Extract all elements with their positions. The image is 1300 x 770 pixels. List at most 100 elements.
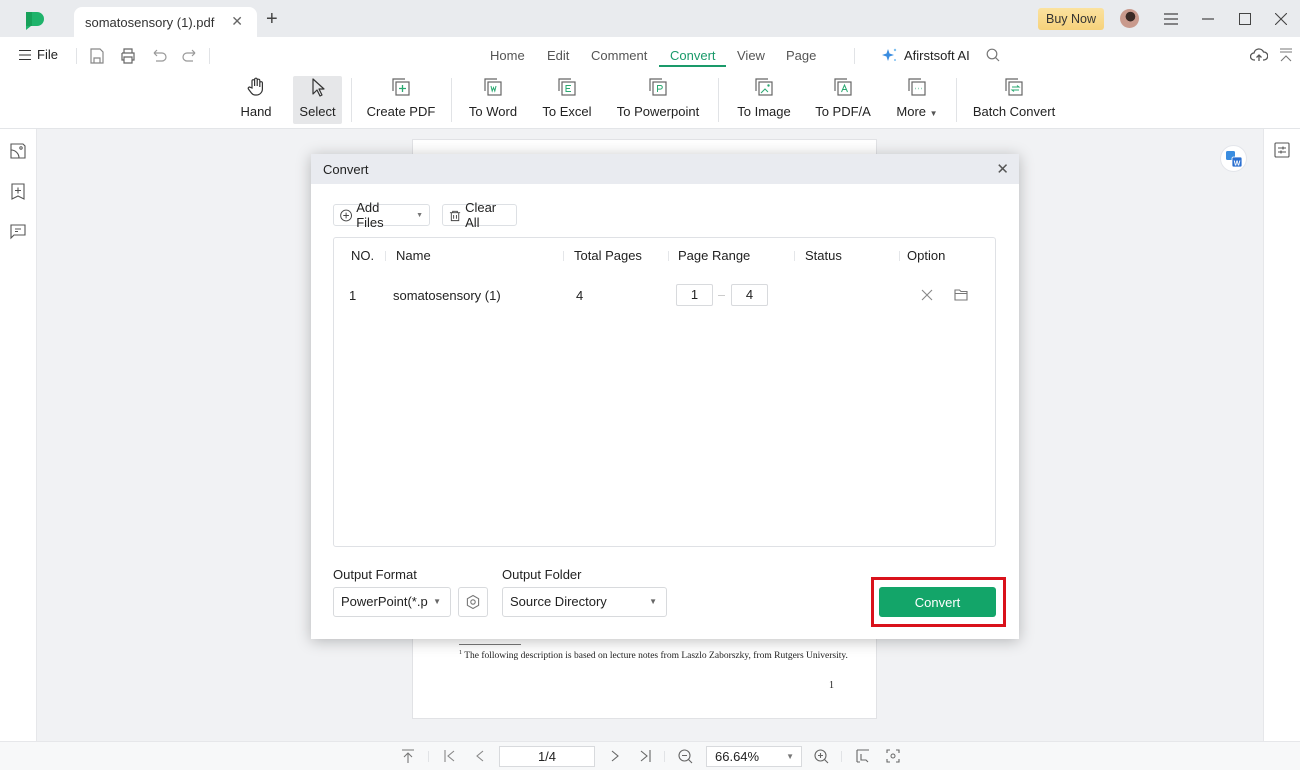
afirstsoft-ai-button[interactable]: Afirstsoft AI (880, 47, 970, 63)
more-text: More (896, 104, 927, 119)
output-folder-value: Source Directory (510, 594, 607, 609)
bookmark-icon[interactable] (9, 182, 27, 200)
tab-view[interactable]: View (737, 48, 765, 63)
output-folder-label: Output Folder (502, 567, 582, 582)
first-page-icon[interactable] (442, 748, 458, 764)
translate-icon: W (1225, 150, 1242, 167)
next-page-icon[interactable] (607, 748, 623, 764)
column-header-page-range: Page Range (678, 248, 751, 263)
page-range-from-input[interactable]: 1 (676, 284, 713, 306)
cloud-upload-icon[interactable] (1250, 47, 1268, 63)
properties-panel-icon[interactable] (1273, 141, 1291, 159)
tab-title: somatosensory (1).pdf (85, 14, 215, 30)
buy-now-button[interactable]: Buy Now (1038, 8, 1104, 30)
dropdown-caret-icon: ▼ (786, 752, 794, 761)
create-pdf-button[interactable]: Create PDF (365, 76, 437, 124)
column-header-total-pages: Total Pages (574, 248, 642, 263)
scroll-to-top-icon[interactable] (400, 748, 416, 764)
close-tab-icon[interactable]: ✕ (231, 13, 243, 30)
tab-page[interactable]: Page (786, 48, 816, 63)
to-word-button[interactable]: To Word (465, 76, 521, 124)
column-separator (899, 251, 900, 261)
row-number: 1 (349, 288, 357, 303)
to-pdfa-label: To PDF/A (815, 104, 871, 119)
column-separator (794, 251, 795, 261)
select-tool-button[interactable]: Select (293, 76, 342, 124)
tab-edit[interactable]: Edit (547, 48, 569, 63)
redo-icon[interactable] (181, 47, 199, 65)
to-powerpoint-icon (649, 78, 667, 96)
footnote-text: 1 The following description is based on … (459, 650, 848, 661)
dialog-header: Convert ✕ (311, 154, 1019, 184)
comment-icon[interactable] (9, 222, 27, 240)
file-menu-button[interactable]: File (19, 47, 58, 62)
user-avatar[interactable] (1120, 9, 1139, 28)
page-number: 1 (829, 680, 834, 691)
output-format-label: Output Format (333, 567, 417, 582)
divider (76, 48, 77, 64)
ribbon-toolbar: Hand Select Create PDF To Word To Excel … (0, 74, 1300, 129)
open-folder-icon[interactable] (953, 287, 969, 303)
tab-comment[interactable]: Comment (591, 48, 647, 63)
new-tab-button[interactable]: + (266, 9, 278, 29)
page-range-to-input[interactable]: 4 (731, 284, 768, 306)
to-excel-button[interactable]: To Excel (540, 76, 594, 124)
column-header-no: NO. (351, 248, 375, 263)
hamburger-menu-icon[interactable] (1161, 9, 1181, 29)
hand-icon (247, 77, 263, 96)
document-tab[interactable]: somatosensory (1).pdf ✕ (74, 7, 257, 37)
fit-page-icon[interactable] (885, 748, 901, 764)
zoom-value: 66.64% (715, 749, 760, 764)
row-total-pages: 4 (576, 288, 584, 303)
batch-convert-button[interactable]: Batch Convert (970, 76, 1058, 124)
batch-convert-label: Batch Convert (972, 104, 1056, 119)
hand-tool-button[interactable]: Hand (237, 76, 275, 124)
column-separator (668, 251, 669, 261)
to-pdfa-button[interactable]: To PDF/A (812, 76, 874, 124)
hand-label: Hand (240, 104, 272, 119)
print-icon[interactable] (119, 47, 137, 65)
tab-convert[interactable]: Convert (670, 48, 716, 63)
zoom-level-select[interactable]: 66.64% ▼ (706, 746, 802, 767)
previous-page-icon[interactable] (472, 748, 488, 764)
thumbnail-icon[interactable] (9, 142, 27, 160)
minimize-button[interactable] (1198, 9, 1218, 29)
convert-dialog: Convert ✕ Add Files ▼ Clear All NO. Name… (311, 154, 1019, 639)
trash-icon (449, 210, 461, 221)
search-icon[interactable] (986, 48, 1000, 62)
add-files-button[interactable]: Add Files ▼ (333, 200, 430, 230)
save-icon[interactable] (88, 47, 106, 65)
zoom-in-icon[interactable] (813, 748, 829, 764)
output-folder-select[interactable]: Source Directory ▼ (502, 587, 667, 617)
output-format-select[interactable]: PowerPoint(*.p ▼ (333, 587, 451, 617)
to-excel-icon (558, 78, 576, 96)
fit-width-icon[interactable] (855, 748, 871, 764)
convert-button[interactable]: Convert (879, 587, 996, 617)
maximize-button[interactable] (1235, 9, 1255, 29)
collapse-ribbon-icon[interactable] (1279, 47, 1293, 63)
divider (841, 751, 842, 762)
to-excel-label: To Excel (542, 104, 592, 119)
title-bar: somatosensory (1).pdf ✕ + Buy Now (0, 0, 1300, 37)
page-number-input[interactable]: 1/4 (499, 746, 595, 767)
translate-button[interactable]: W (1220, 145, 1247, 172)
footnote-rule (459, 644, 521, 645)
remove-file-icon[interactable] (919, 287, 935, 303)
divider (451, 78, 452, 122)
column-header-option: Option (907, 248, 946, 263)
close-dialog-icon[interactable]: ✕ (996, 160, 1009, 178)
clear-all-button[interactable]: Clear All (442, 200, 517, 230)
zoom-out-icon[interactable] (677, 748, 693, 764)
close-window-button[interactable] (1271, 9, 1291, 29)
to-image-button[interactable]: To Image (733, 76, 795, 124)
to-powerpoint-button[interactable]: To Powerpoint (612, 76, 704, 124)
tab-home[interactable]: Home (490, 48, 525, 63)
svg-text:W: W (1233, 160, 1240, 167)
more-button[interactable]: More ▼ (892, 76, 942, 124)
format-settings-button[interactable] (458, 587, 488, 617)
undo-icon[interactable] (150, 47, 168, 65)
settings-icon (466, 594, 480, 610)
create-pdf-label: Create PDF (366, 104, 436, 119)
column-separator (563, 251, 564, 261)
last-page-icon[interactable] (637, 748, 653, 764)
